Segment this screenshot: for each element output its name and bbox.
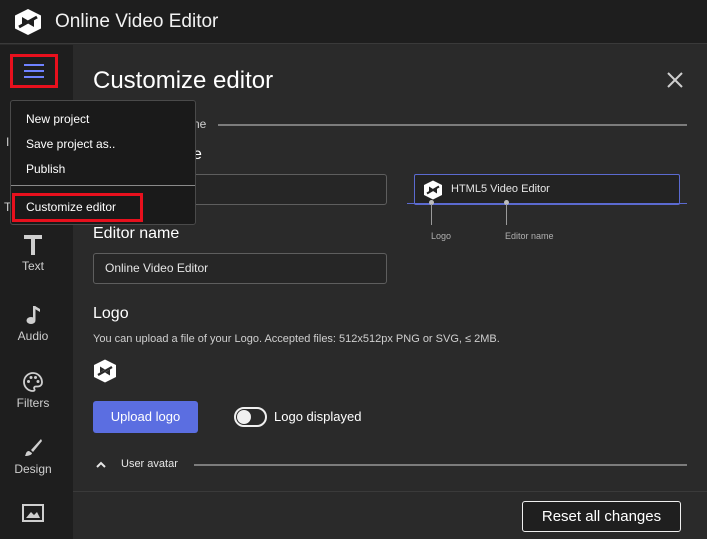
preview-logo-pin-line bbox=[431, 204, 432, 225]
logo-displayed-label: Logo displayed bbox=[274, 409, 362, 424]
text-icon bbox=[24, 235, 42, 255]
sidebar-item-image[interactable] bbox=[0, 504, 66, 526]
sidebar-item-label: Filters bbox=[16, 396, 50, 410]
editor-name-input[interactable]: Online Video Editor bbox=[93, 253, 387, 284]
sidebar-item-label: Design bbox=[14, 462, 52, 476]
menu-item-publish[interactable]: Publish bbox=[26, 162, 65, 176]
preview-editor-name: HTML5 Video Editor bbox=[451, 183, 550, 195]
logo-heading: Logo bbox=[93, 305, 129, 322]
panel-footer: Reset all changes bbox=[73, 491, 707, 539]
app-logo-icon bbox=[15, 9, 41, 35]
sidebar-item-label: Text bbox=[21, 259, 44, 273]
reset-all-changes-button[interactable]: Reset all changes bbox=[522, 501, 681, 532]
editor-header-preview: HTML5 Video Editor bbox=[414, 174, 680, 205]
brush-icon bbox=[25, 439, 42, 456]
sidebar-item-filters[interactable]: Filters bbox=[0, 372, 66, 410]
preview-logo-caption: Logo bbox=[431, 231, 452, 241]
sidebar-item-design[interactable]: Design bbox=[0, 438, 66, 476]
app-title: Online Video Editor bbox=[55, 11, 219, 32]
section-divider bbox=[218, 124, 687, 126]
music-note-icon bbox=[26, 306, 40, 324]
hamburger-menu-button[interactable] bbox=[10, 54, 58, 88]
rail-partial-label-1: I bbox=[6, 135, 10, 149]
menu-item-customize-editor[interactable]: Customize editor bbox=[26, 200, 116, 214]
hamburger-icon bbox=[24, 64, 44, 78]
palette-icon bbox=[23, 372, 43, 392]
sidebar-item-audio[interactable]: Audio bbox=[0, 305, 66, 343]
panel-title: Customize editor bbox=[93, 67, 274, 94]
toggle-knob bbox=[237, 410, 251, 424]
sidebar-item-text[interactable]: Text bbox=[0, 235, 66, 273]
close-icon[interactable] bbox=[664, 69, 686, 91]
image-icon bbox=[22, 504, 44, 522]
main-menu-dropdown: New project Save project as.. Publish Cu… bbox=[10, 100, 196, 225]
menu-item-new-project[interactable]: New project bbox=[26, 112, 89, 126]
preview-name-caption: Editor name bbox=[505, 231, 554, 241]
top-bar: Online Video Editor bbox=[0, 0, 707, 44]
menu-item-save-project-as[interactable]: Save project as.. bbox=[26, 137, 115, 151]
logo-displayed-toggle[interactable] bbox=[234, 407, 267, 427]
preview-logo-icon bbox=[424, 180, 442, 200]
user-avatar-divider bbox=[194, 464, 687, 466]
editor-name-label: Editor name bbox=[93, 225, 180, 242]
preview-name-pin-line bbox=[506, 204, 507, 225]
sidebar-item-label: Audio bbox=[17, 329, 49, 343]
chevron-up-icon[interactable] bbox=[95, 460, 107, 470]
logo-description: You can upload a file of your Logo. Acce… bbox=[93, 333, 500, 345]
logo-preview-icon bbox=[94, 359, 116, 383]
preview-baseline bbox=[407, 203, 687, 204]
upload-logo-button[interactable]: Upload logo bbox=[93, 401, 198, 433]
menu-divider bbox=[11, 185, 195, 186]
user-avatar-section-heading[interactable]: User avatar bbox=[121, 458, 178, 470]
